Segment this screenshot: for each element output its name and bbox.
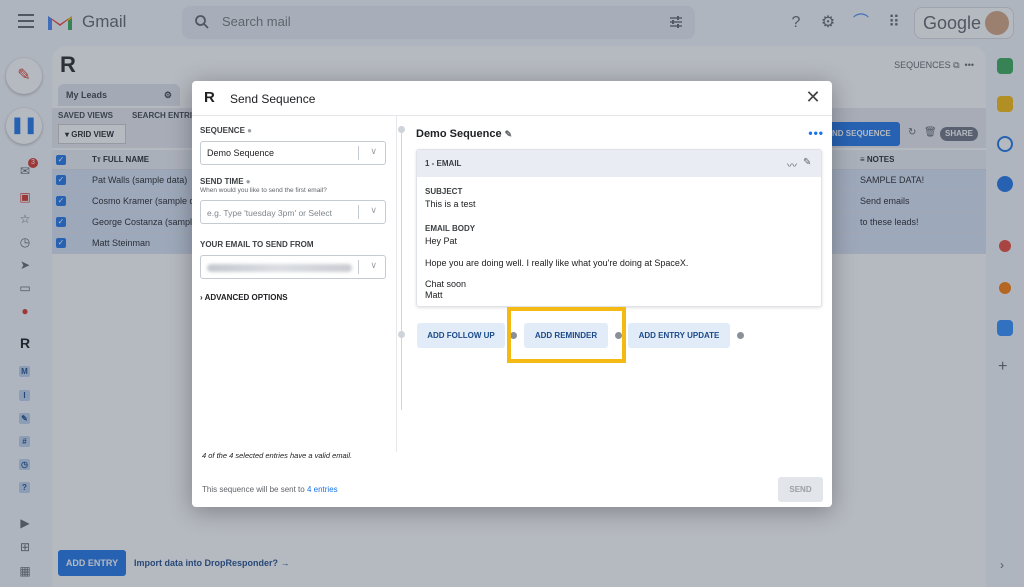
send-sequence-modal: R Send Sequence ✕ SEQUENCE ● Demo Sequen… <box>192 81 832 507</box>
email-body-line: Hope you are doing well. I really like w… <box>425 258 689 268</box>
subject-label: SUBJECT <box>425 187 463 196</box>
email-step-header: 1 - EMAIL 〰 ✎ <box>417 150 821 177</box>
email-body-greeting: Hey Pat <box>425 236 458 246</box>
edit-pencil-icon[interactable]: ✎ <box>505 129 513 139</box>
more-options-icon[interactable]: ••• <box>808 126 824 140</box>
reminder-highlight-box <box>507 307 626 363</box>
advanced-options-toggle[interactable]: › ADVANCED OPTIONS <box>200 293 288 302</box>
dropresponder-logo-icon: R <box>204 89 215 106</box>
modal-header: R Send Sequence ✕ <box>192 81 832 116</box>
send-settings-panel: SEQUENCE ● Demo Sequence ∨ SEND TIME ● W… <box>192 116 396 446</box>
subject-text: This is a test <box>425 199 476 209</box>
sequence-preview-panel: Demo Sequence ✎ ••• 1 - EMAIL 〰 ✎ SUBJECT… <box>396 116 832 452</box>
valid-email-note: 4 of the 4 selected entries have a valid… <box>202 451 353 460</box>
timeline-dot <box>398 126 405 133</box>
add-entry-update-button[interactable]: ADD ENTRY UPDATE <box>628 323 730 348</box>
entries-link[interactable]: 4 entries <box>307 485 338 494</box>
stats-chart-icon[interactable]: 〰 <box>787 157 797 172</box>
send-time-label: SEND TIME ● <box>200 177 251 186</box>
email-body-label: EMAIL BODY <box>425 224 476 233</box>
chevron-down-icon[interactable]: ∨ <box>370 260 377 271</box>
sequence-select[interactable]: Demo Sequence ∨ <box>200 141 386 165</box>
from-email-select[interactable]: ∨ <box>200 255 386 279</box>
email-body-signature: Matt <box>425 290 443 300</box>
sequence-name: Demo Sequence ✎ <box>416 128 513 140</box>
send-time-hint: When would you like to send the first em… <box>200 187 327 194</box>
modal-title: Send Sequence <box>230 92 316 106</box>
info-icon: ● <box>247 126 252 135</box>
chevron-down-icon[interactable]: ∨ <box>370 205 377 216</box>
sequence-select-value: Demo Sequence <box>207 148 275 158</box>
edit-pencil-icon[interactable]: ✎ <box>803 157 811 168</box>
send-time-placeholder: e.g. Type 'tuesday 3pm' or Select <box>207 208 332 218</box>
timeline-line <box>401 130 402 410</box>
info-icon: ● <box>245 177 251 186</box>
send-button[interactable]: SEND <box>778 477 823 502</box>
close-icon[interactable]: ✕ <box>804 88 822 106</box>
blurred-email-value <box>207 264 352 272</box>
from-email-label: YOUR EMAIL TO SEND FROM <box>200 240 314 249</box>
send-time-select[interactable]: e.g. Type 'tuesday 3pm' or Select ∨ <box>200 200 386 224</box>
recipients-note: This sequence will be sent to 4 entries <box>202 485 338 494</box>
add-follow-up-button[interactable]: ADD FOLLOW UP <box>417 323 505 348</box>
sequence-label: SEQUENCE ● <box>200 126 252 135</box>
info-icon[interactable] <box>737 332 744 339</box>
email-step-card: 1 - EMAIL 〰 ✎ SUBJECT This is a test EMA… <box>416 149 822 307</box>
chevron-down-icon[interactable]: ∨ <box>370 146 377 157</box>
email-body-closing: Chat soon <box>425 279 467 289</box>
timeline-dot <box>398 331 405 338</box>
email-step-title: 1 - EMAIL <box>425 159 462 168</box>
